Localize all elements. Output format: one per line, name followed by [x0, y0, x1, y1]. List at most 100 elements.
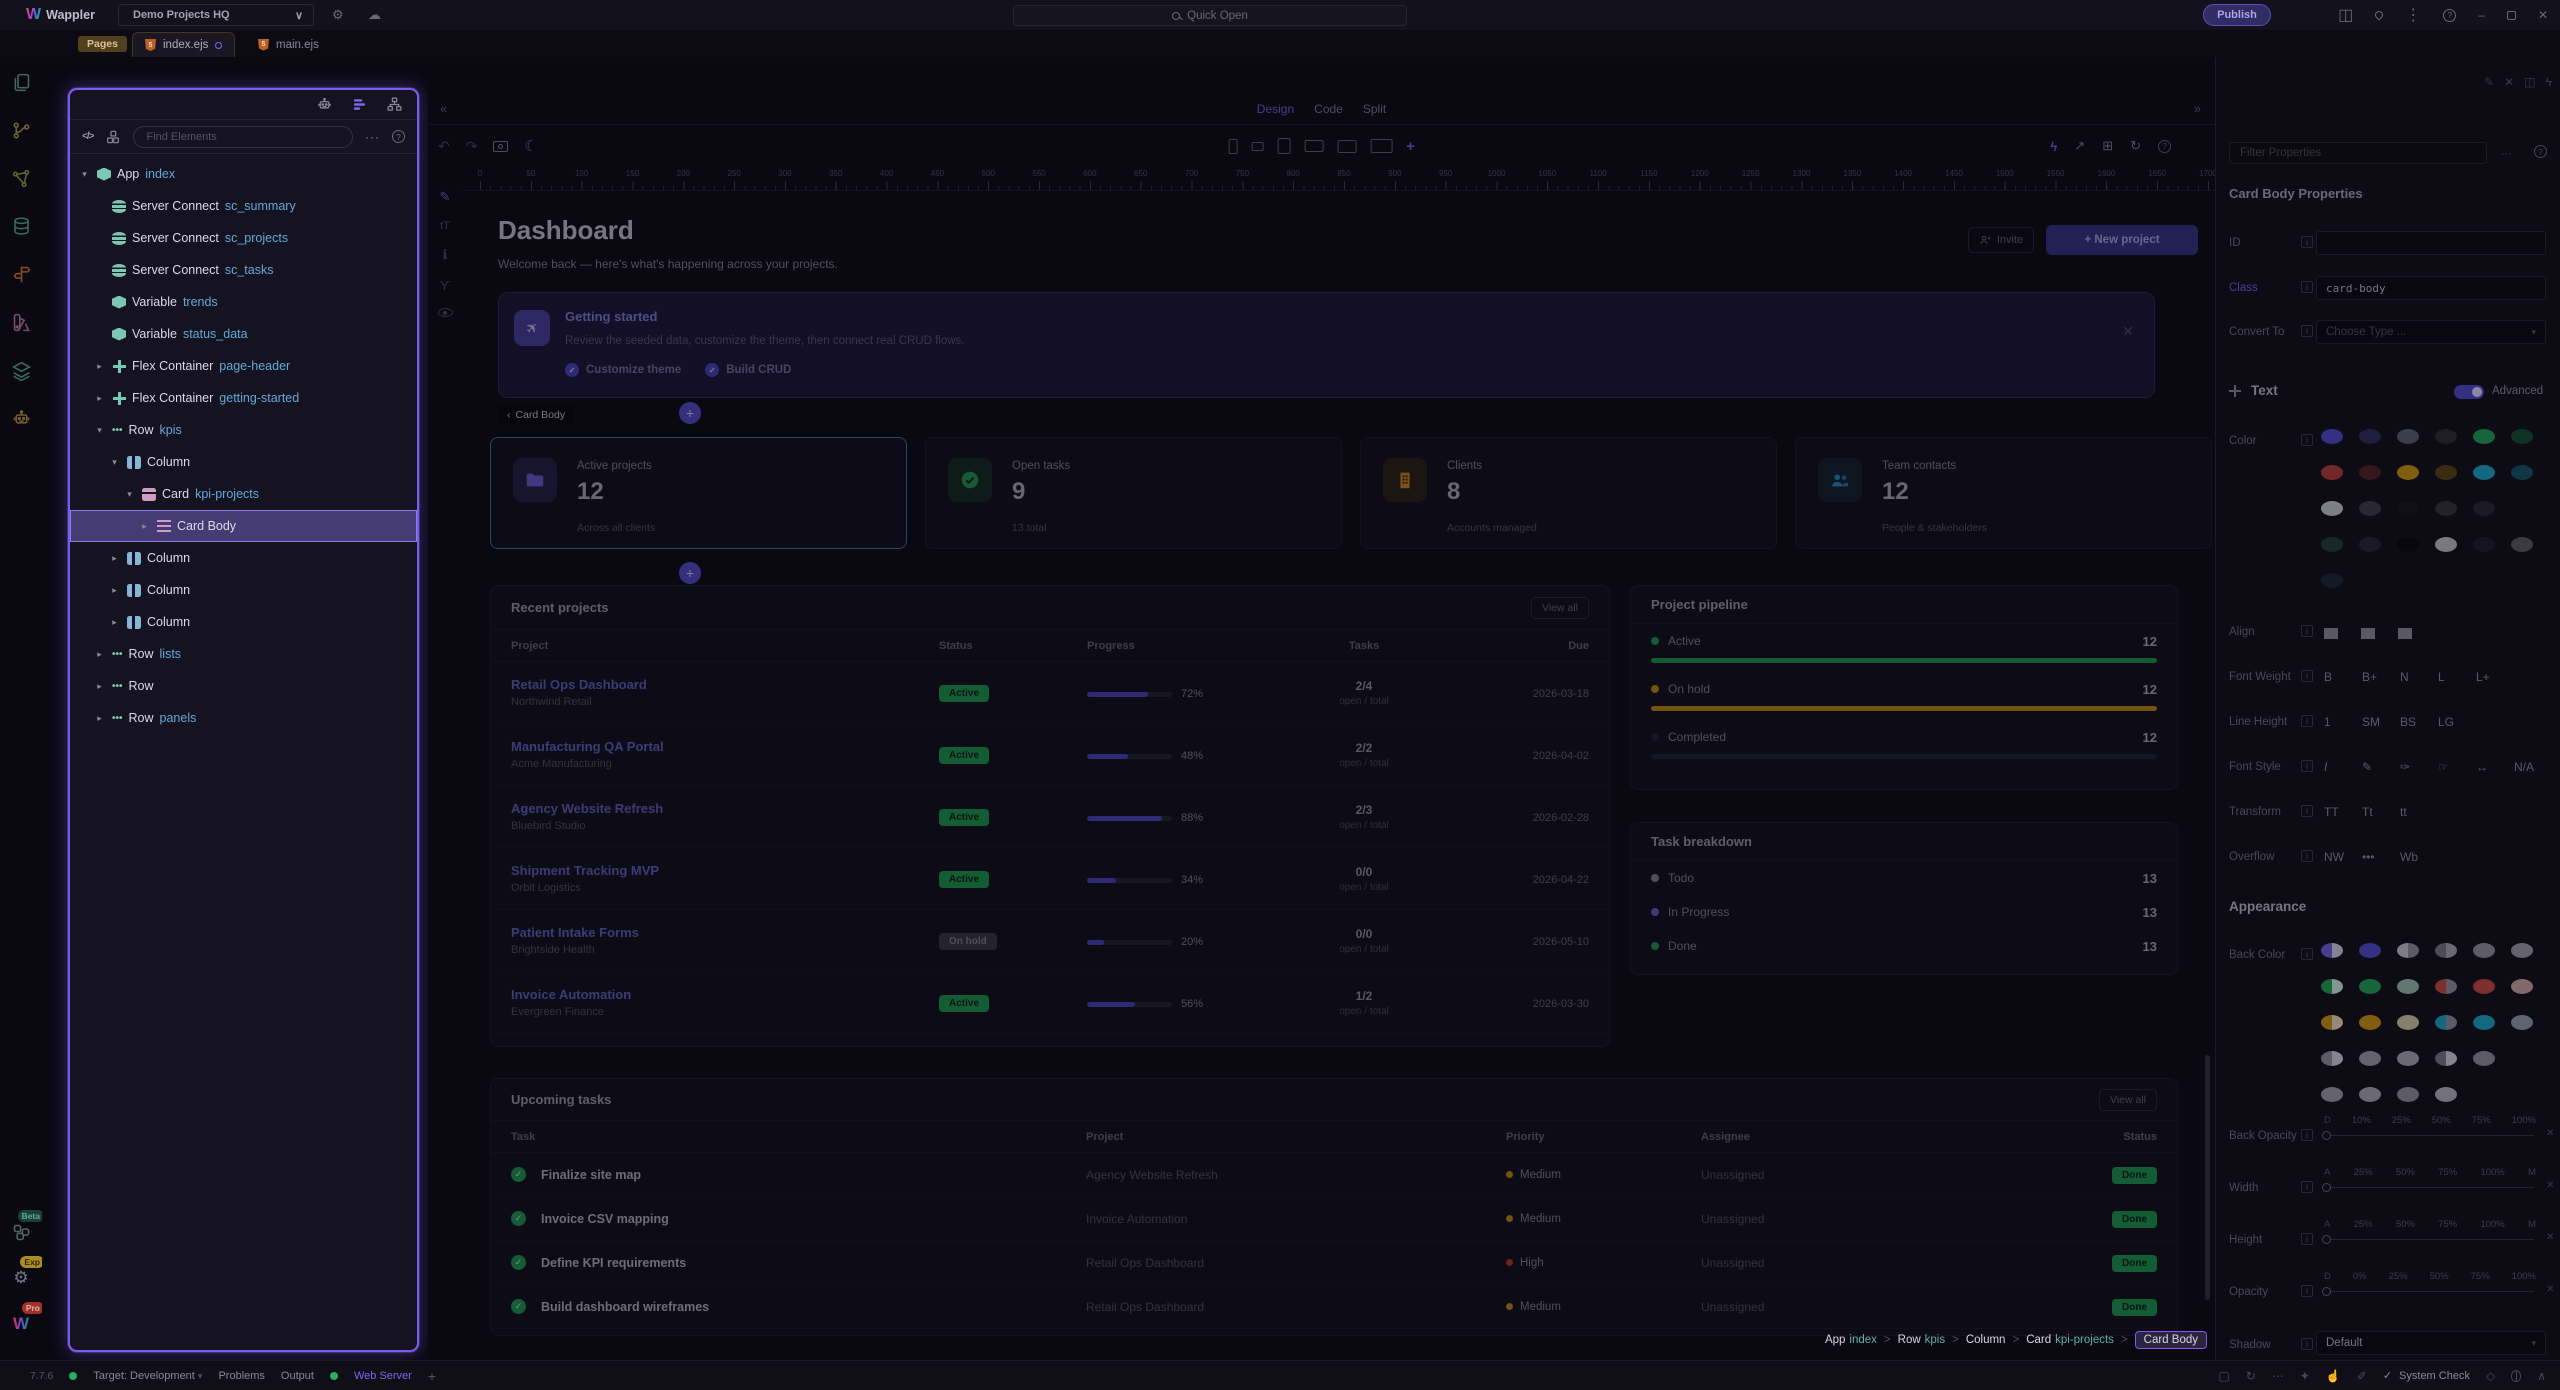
clear-icon[interactable]: ✕: [2546, 1284, 2554, 1295]
color-swatch[interactable]: [2473, 501, 2495, 516]
invite-button[interactable]: Invite: [1968, 227, 2034, 253]
view-all-button[interactable]: View all: [1531, 597, 1589, 619]
output-button[interactable]: Output: [281, 1370, 314, 1382]
tab-index-ejs[interactable]: 5 index.ejs: [132, 32, 235, 57]
clear-icon[interactable]: ✕: [2546, 1232, 2554, 1243]
experimental-icon[interactable]: ⚙Exp: [0, 1261, 42, 1295]
more-options-icon[interactable]: ···: [365, 130, 380, 144]
chevron-icon[interactable]: ▸: [93, 681, 106, 692]
tree-item-row[interactable]: ▸•••Row: [70, 670, 417, 702]
task-row[interactable]: ✓Finalize site mapAgency Website Refresh…: [491, 1153, 2177, 1197]
tree-item-sc_summary[interactable]: Server Connectsc_summary: [70, 190, 417, 222]
option-L[interactable]: L+: [2476, 670, 2490, 684]
project-row[interactable]: Agency Website RefreshBluebird StudioAct…: [491, 786, 1609, 848]
help-icon[interactable]: ?: [392, 130, 405, 143]
option-[interactable]: •••: [2362, 850, 2375, 864]
project-name-link[interactable]: Shipment Tracking MVP: [511, 863, 939, 878]
tree-item-getting-started[interactable]: ▸Flex Containergetting-started: [70, 382, 417, 414]
color-swatch[interactable]: [2435, 537, 2457, 552]
tree-item-kpis[interactable]: ▾•••Rowkpis: [70, 414, 417, 446]
brush-icon[interactable]: ✐: [2357, 1369, 2367, 1383]
tree-view-icon[interactable]: [386, 96, 403, 113]
theme-drop-icon[interactable]: [2374, 9, 2385, 20]
slider-track[interactable]: [2328, 1187, 2534, 1188]
assistant-robot-icon[interactable]: [316, 96, 333, 113]
color-swatch[interactable]: [2359, 465, 2381, 480]
problems-button[interactable]: Problems: [218, 1370, 264, 1382]
help-icon[interactable]: ?: [2534, 145, 2547, 158]
back-color-swatch[interactable]: [2473, 943, 2495, 958]
back-color-swatch[interactable]: [2359, 943, 2381, 958]
tree-item-trends[interactable]: Variabletrends: [70, 286, 417, 318]
chevron-icon[interactable]: ▾: [123, 489, 136, 500]
option-SM[interactable]: SM: [2362, 715, 2380, 729]
task-row[interactable]: ✓Define KPI requirementsRetail Ops Dashb…: [491, 1241, 2177, 1285]
option-BS[interactable]: BS: [2400, 715, 2416, 729]
chevron-icon[interactable]: ▸: [93, 649, 106, 660]
option-[interactable]: ↔: [2476, 760, 2488, 774]
option-B[interactable]: B: [2324, 670, 2332, 684]
robot-icon[interactable]: [0, 401, 42, 435]
back-color-swatch[interactable]: [2511, 1015, 2533, 1030]
pages-icon[interactable]: [0, 65, 42, 99]
option-TT[interactable]: TT: [2324, 805, 2339, 819]
color-swatch[interactable]: [2321, 537, 2343, 552]
slider-track[interactable]: [2328, 1135, 2534, 1136]
align-left-icon[interactable]: [2324, 628, 2338, 639]
project-name-link[interactable]: Retail Ops Dashboard: [511, 677, 939, 692]
option-[interactable]: ✎: [2362, 760, 2372, 774]
project-name-link[interactable]: Invoice Automation: [511, 987, 939, 1002]
color-swatch[interactable]: [2511, 429, 2533, 444]
database-icon[interactable]: [0, 209, 42, 243]
kpi-card-team-contacts[interactable]: Team contacts12People & stakeholders: [1795, 437, 2212, 549]
back-color-swatch[interactable]: [2397, 979, 2419, 994]
project-name-link[interactable]: Agency Website Refresh: [511, 801, 939, 816]
extensions-icon[interactable]: Beta: [0, 1215, 42, 1249]
bug-report-icon[interactable]: [2511, 1370, 2521, 1382]
web-server-button[interactable]: Web Server: [354, 1370, 412, 1382]
back-color-swatch[interactable]: [2473, 979, 2495, 994]
wappler-pro-icon[interactable]: WPro: [0, 1307, 42, 1341]
back-color-swatch[interactable]: [2321, 943, 2343, 958]
color-swatch[interactable]: [2359, 537, 2381, 552]
styles-icon[interactable]: [0, 305, 42, 339]
find-elements-input[interactable]: [133, 126, 353, 148]
option-Wb[interactable]: Wb: [2400, 850, 2418, 864]
back-color-swatch[interactable]: [2359, 1087, 2381, 1102]
task-row[interactable]: ✓Build dashboard wireframesRetail Ops Da…: [491, 1285, 2177, 1329]
tree-item-column[interactable]: ▸Column: [70, 574, 417, 606]
class-input[interactable]: card-body: [2316, 276, 2546, 300]
color-swatch[interactable]: [2435, 465, 2457, 480]
add-panel-icon[interactable]: +: [428, 1368, 436, 1384]
back-color-swatch[interactable]: [2397, 1087, 2419, 1102]
project-selector[interactable]: Demo Projects HQ ∨: [118, 4, 314, 26]
cloud-sync-icon[interactable]: ☁: [368, 7, 381, 23]
color-swatch[interactable]: [2511, 537, 2533, 552]
new-project-button[interactable]: + New project: [2046, 225, 2198, 255]
id-input[interactable]: [2316, 231, 2546, 255]
view-all-button[interactable]: View all: [2099, 1089, 2157, 1111]
back-color-swatch[interactable]: [2473, 1051, 2495, 1066]
close-icon[interactable]: ✕: [2122, 323, 2134, 340]
option-NW[interactable]: NW: [2324, 850, 2344, 864]
color-swatch[interactable]: [2397, 537, 2419, 552]
slider-track[interactable]: [2328, 1291, 2534, 1292]
layers-icon[interactable]: [0, 353, 42, 387]
project-row[interactable]: Retail Ops DashboardNorthwind RetailActi…: [491, 662, 1609, 724]
more-options-icon[interactable]: ⋯: [2501, 147, 2513, 160]
back-color-swatch[interactable]: [2511, 979, 2533, 994]
tab-main-ejs[interactable]: 5 main.ejs: [246, 32, 331, 57]
color-swatch[interactable]: [2359, 501, 2381, 516]
color-swatch[interactable]: [2397, 429, 2419, 444]
project-row[interactable]: Manufacturing QA PortalAcme Manufacturin…: [491, 724, 1609, 786]
tree-item-column[interactable]: ▸Column: [70, 542, 417, 574]
layout-icon[interactable]: ◫: [2524, 75, 2535, 89]
chevron-icon[interactable]: ▾: [93, 425, 106, 436]
tree-item-card-body[interactable]: ▸Card Body: [70, 510, 417, 542]
option-L[interactable]: L: [2438, 670, 2445, 684]
project-row[interactable]: Invoice AutomationEvergreen FinanceActiv…: [491, 972, 1609, 1034]
ink-diamond-icon[interactable]: ◇: [2486, 1369, 2495, 1383]
tree-item-sc_tasks[interactable]: Server Connectsc_tasks: [70, 254, 417, 286]
option-[interactable]: ✑: [2400, 760, 2410, 774]
slider-knob[interactable]: [2322, 1235, 2331, 1244]
